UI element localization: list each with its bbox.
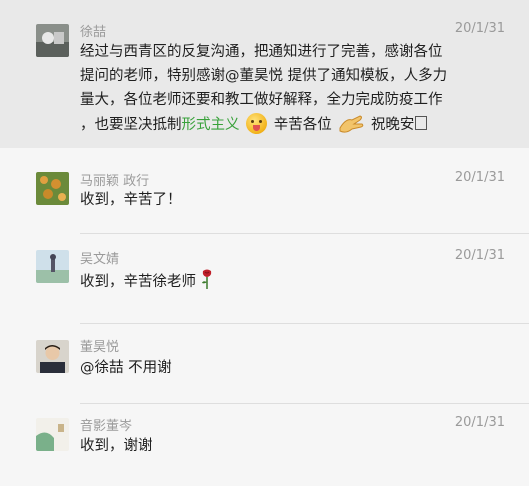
message-text: 收到，辛苦了！ [80, 192, 182, 208]
avatar-donghaoyue[interactable] [36, 340, 69, 373]
message-date: 20/1/31 [454, 21, 505, 36]
message-date: 20/1/31 [454, 170, 505, 185]
message-date: 20/1/31 [454, 248, 505, 263]
message-item-4[interactable]: 董昊悦 @徐喆 不用谢 [0, 324, 529, 404]
message-line-4-mid: 辛苦各位 [273, 117, 332, 133]
message-text: 收到，谢谢 [80, 438, 153, 454]
sender-name: 马丽颖 政行 [80, 174, 150, 189]
sender-name: 吴文婧 [80, 252, 120, 267]
avatar-yinyingdongcen[interactable] [36, 418, 69, 451]
message-text-content: 收到，辛苦徐老师 [80, 274, 196, 290]
message-line-1: 经过与西青区的反复沟通，把通知进行了完善，感谢各位 [80, 44, 443, 60]
unknown-glyph-icon [415, 116, 428, 130]
message-item-1[interactable]: 徐喆 20/1/31 经过与西青区的反复沟通，把通知进行了完善，感谢各位 提问的… [0, 0, 529, 148]
message-text: 经过与西青区的反复沟通，把通知进行了完善，感谢各位 提问的老师，特别感谢@董昊悦… [80, 40, 447, 137]
message-line-4-post: 祝晚安 [370, 117, 415, 133]
message-item-3[interactable]: 吴文婧 20/1/31 收到，辛苦徐老师 [0, 234, 529, 324]
rose-emoji-icon [202, 269, 212, 289]
chat-message-list: 徐喆 20/1/31 经过与西青区的反复沟通，把通知进行了完善，感谢各位 提问的… [0, 0, 529, 486]
green-highlight-text: 形式主义 [181, 117, 240, 133]
message-line-4-pre: ，也要坚决抵制 [80, 117, 182, 133]
avatar-wuwenjing[interactable] [36, 250, 69, 283]
message-line-3: 量大，各位老师还要和教工做好解释，全力完成防疫工作 [80, 92, 443, 108]
sender-name: 音影董岑 [80, 419, 133, 434]
grinning-tongue-emoji-icon [246, 113, 268, 134]
message-date: 20/1/31 [454, 415, 505, 430]
sender-name: 徐喆 [80, 25, 107, 40]
message-text: @徐喆 不用谢 [80, 360, 172, 376]
avatar-maliying[interactable] [36, 172, 69, 205]
message-line-2: 提问的老师，特别感谢@董昊悦 提供了通知模板，人多力 [80, 68, 448, 84]
message-item-5[interactable]: 音影董岑 20/1/31 收到，谢谢 [0, 404, 529, 486]
clapping-hands-emoji-icon [339, 115, 364, 133]
message-text: 收到，辛苦徐老师 [80, 268, 214, 294]
avatar-xuzhe[interactable] [36, 24, 69, 57]
message-item-2[interactable]: 马丽颖 政行 20/1/31 收到，辛苦了！ [0, 148, 529, 234]
message-line-4: ，也要坚决抵制形式主义 辛苦各位 祝晚安 [80, 112, 447, 137]
sender-name: 董昊悦 [80, 340, 120, 355]
